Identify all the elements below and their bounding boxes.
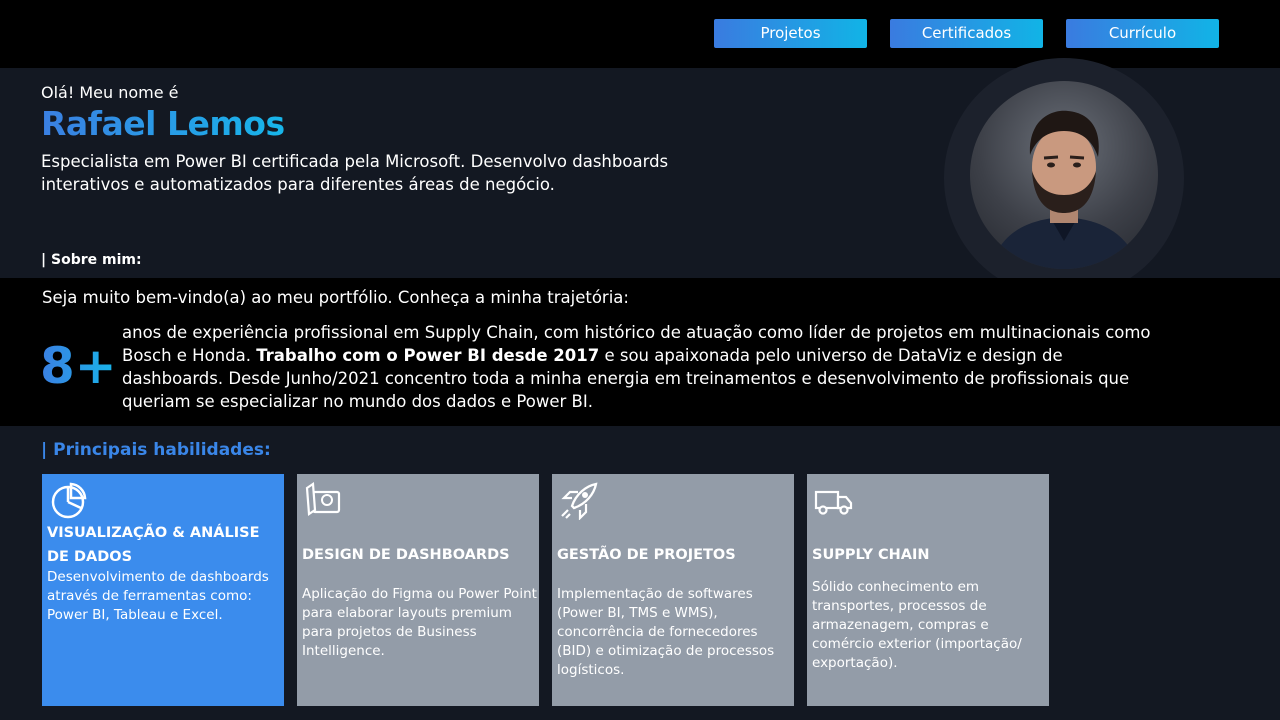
skill-card-supply-chain[interactable]: SUPPLY CHAIN Sólido conhecimento em tran… — [807, 474, 1049, 706]
nav-projetos-button[interactable]: Projetos — [714, 19, 867, 48]
nav-curriculo-button[interactable]: Currículo — [1066, 19, 1219, 48]
skills-heading: | Principais habilidades: — [41, 440, 271, 460]
skill-card-description: Implementação de softwares (Power BI, TM… — [557, 586, 775, 678]
truck-icon — [814, 490, 853, 515]
profile-name: Rafael Lemos — [41, 104, 285, 143]
pie-chart-icon — [51, 482, 87, 519]
skill-card-description: Desenvolvimento de dashboards através de… — [47, 569, 269, 623]
profile-tagline: Especialista em Power BI certificada pel… — [41, 152, 669, 194]
welcome-text: Seja muito bem-vindo(a) ao meu portfólio… — [42, 288, 629, 307]
skill-card-dashboard-design[interactable]: DESIGN DE DASHBOARDS Aplicação do Figma … — [297, 474, 539, 706]
rocket-icon — [561, 482, 598, 520]
experience-text-bold: Trabalho com o Power BI desde 2017 — [256, 346, 600, 365]
skill-card-title: DESIGN DE DASHBOARDS — [302, 547, 510, 563]
skill-card-title: SUPPLY CHAIN — [812, 547, 930, 563]
nav-certificados-button[interactable]: Certificados — [890, 19, 1043, 48]
skill-card-project-management[interactable]: GESTÃO DE PROJETOS Implementação de soft… — [552, 474, 794, 706]
skill-card-description: Sólido conhecimento em transportes, proc… — [812, 579, 1022, 671]
skill-card-data-visualization[interactable]: VISUALIZAÇÃO & ANÁLISE DE DADOS Desenvol… — [42, 474, 284, 706]
greeting-text: Olá! Meu nome é — [41, 83, 179, 102]
skill-card-title: GESTÃO DE PROJETOS — [557, 547, 736, 563]
avatar-portrait-icon — [990, 110, 1140, 269]
experience-description: anos de experiência profissional em Supp… — [122, 321, 1162, 413]
avatar — [970, 81, 1158, 269]
skill-card-description: Aplicação do Figma ou Power Point para e… — [302, 586, 537, 659]
skill-card-title: VISUALIZAÇÃO & ANÁLISE DE DADOS — [47, 525, 260, 565]
design-tools-icon — [305, 482, 341, 516]
about-me-label: | Sobre mim: — [41, 252, 142, 268]
years-experience-number: 8+ — [40, 337, 117, 395]
